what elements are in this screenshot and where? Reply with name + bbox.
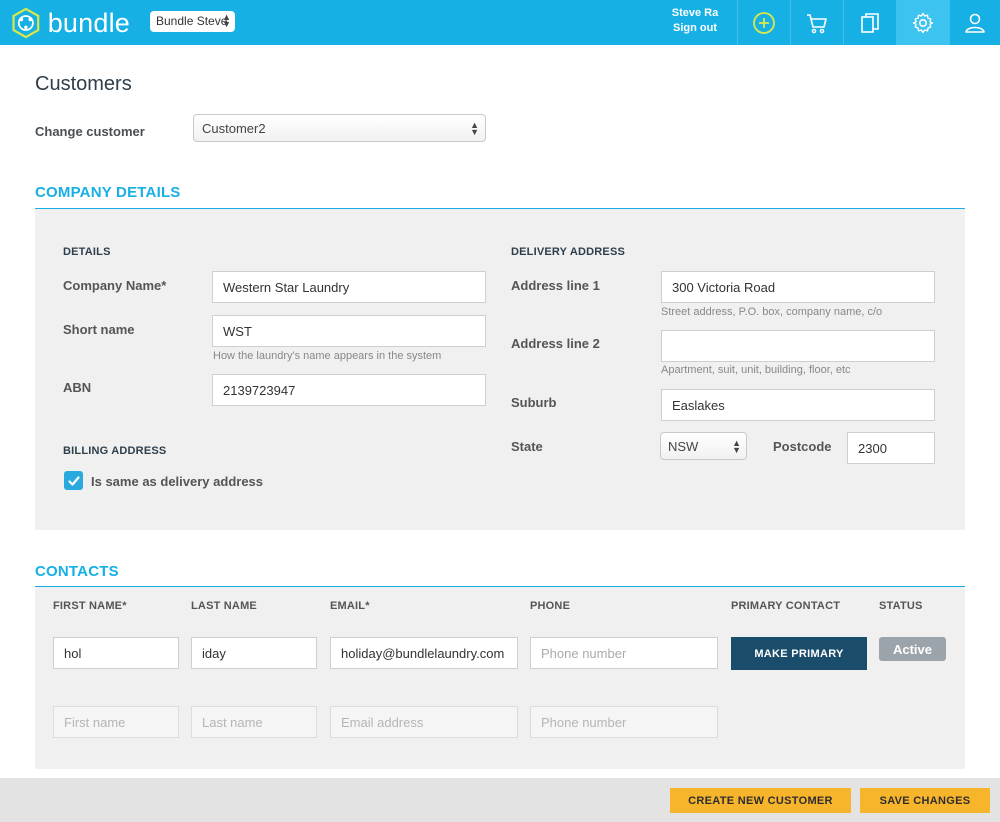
short-name-input[interactable]: WST <box>212 315 486 347</box>
make-primary-button[interactable]: MAKE PRIMARY <box>731 637 867 670</box>
billing-address-subheading: BILLING ADDRESS <box>63 445 167 457</box>
customer-select[interactable]: Customer2 ▲ ▼ <box>193 114 486 142</box>
address1-input[interactable]: 300 Victoria Road <box>661 271 935 303</box>
user-name: Steve Ra <box>671 7 719 19</box>
state-label: State <box>511 439 543 454</box>
delivery-address-subheading: DELIVERY ADDRESS <box>511 246 626 258</box>
column-header-phone: PHONE <box>530 600 571 612</box>
state-select-value: NSW <box>668 439 699 454</box>
contacts-panel <box>35 587 965 769</box>
cart-icon <box>807 13 827 33</box>
app-name: bundle <box>47 7 130 38</box>
status-badge[interactable]: Active <box>879 637 946 661</box>
address2-hint: Apartment, suit, unit, building, floor, … <box>661 364 851 376</box>
checkmark-icon <box>67 475 80 486</box>
create-new-customer-button[interactable]: CREATE NEW CUSTOMER <box>670 788 851 813</box>
cart-button[interactable] <box>790 0 843 45</box>
state-select[interactable]: NSW ▲ ▼ <box>660 432 747 460</box>
column-header-email: EMAIL* <box>330 600 370 612</box>
suburb-input[interactable]: Easlakes <box>661 389 935 421</box>
bundle-logo-icon <box>12 7 40 39</box>
sign-out-link[interactable]: Sign out <box>655 21 735 36</box>
page-title: Customers <box>35 73 132 95</box>
profile-button[interactable] <box>949 0 1000 45</box>
suburb-label: Suburb <box>511 395 557 410</box>
billing-same-checkbox[interactable] <box>64 471 83 490</box>
column-header-first-name: FIRST NAME* <box>53 600 127 612</box>
short-name-label: Short name <box>63 322 135 337</box>
postcode-label: Postcode <box>773 439 832 454</box>
updown-arrows-icon: ▲ ▼ <box>222 12 231 29</box>
top-nav-bar: bundle Bundle Steve ▲ ▼ Steve Ra Sign out <box>0 0 1000 45</box>
company-name-label: Company Name* <box>63 278 167 293</box>
address2-label: Address line 2 <box>511 336 600 351</box>
contact-last-name-input[interactable]: iday <box>191 637 317 669</box>
new-contact-phone-input[interactable]: Phone number <box>530 706 718 738</box>
new-contact-last-name-input[interactable]: Last name <box>191 706 317 738</box>
change-customer-label: Change customer <box>35 124 145 139</box>
user-icon <box>965 13 985 33</box>
contact-first-name-input[interactable]: hol <box>53 637 179 669</box>
customer-select-value: Customer2 <box>202 121 266 136</box>
save-changes-button[interactable]: SAVE CHANGES <box>860 788 990 813</box>
new-contact-email-input[interactable]: Email address <box>330 706 518 738</box>
billing-same-label[interactable]: Is same as delivery address <box>91 474 263 489</box>
gear-icon <box>912 12 934 33</box>
contact-email-input[interactable]: holiday@bundlelaundry.com <box>330 637 518 669</box>
column-header-last-name: LAST NAME <box>191 600 257 612</box>
column-header-primary-contact: PRIMARY CONTACT <box>731 600 841 612</box>
contacts-heading: CONTACTS <box>35 563 119 580</box>
contact-phone-input[interactable]: Phone number <box>530 637 718 669</box>
footer-bar: CREATE NEW CUSTOMER SAVE CHANGES <box>0 778 1000 822</box>
column-header-status: STATUS <box>879 600 923 612</box>
company-selector-value: Bundle Steve <box>156 14 228 28</box>
plus-circle-icon <box>753 11 775 34</box>
short-name-hint: How the laundry's name appears in the sy… <box>213 350 442 362</box>
postcode-input[interactable]: 2300 <box>847 432 935 464</box>
address1-label: Address line 1 <box>511 278 600 293</box>
company-name-input[interactable]: Western Star Laundry <box>212 271 486 303</box>
abn-label: ABN <box>63 380 92 395</box>
company-selector[interactable]: Bundle Steve ▲ ▼ <box>150 11 235 32</box>
address2-input[interactable] <box>661 330 935 362</box>
details-subheading: DETAILS <box>63 246 111 258</box>
abn-input[interactable]: 2139723947 <box>212 374 486 406</box>
address1-hint: Street address, P.O. box, company name, … <box>661 306 883 318</box>
updown-arrows-icon: ▲ ▼ <box>732 438 741 455</box>
documents-icon <box>861 12 879 33</box>
updown-arrows-icon: ▲ ▼ <box>470 120 479 137</box>
add-button[interactable] <box>737 0 790 45</box>
user-block: Steve Ra Sign out <box>655 6 735 36</box>
settings-button[interactable] <box>896 0 949 45</box>
company-details-heading: COMPANY DETAILS <box>35 184 181 201</box>
documents-button[interactable] <box>843 0 896 45</box>
new-contact-first-name-input[interactable]: First name <box>53 706 179 738</box>
bundle-logo[interactable]: bundle <box>10 5 130 41</box>
